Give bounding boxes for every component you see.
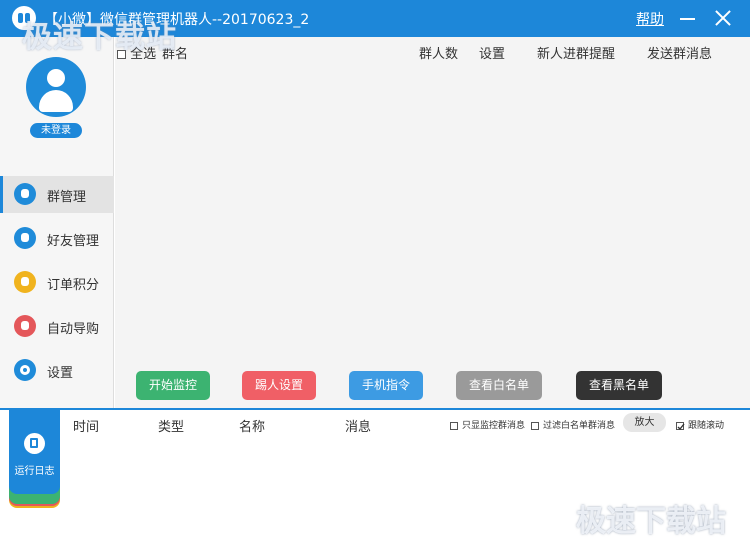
column-send-group-message: 发送群消息 <box>647 47 713 62</box>
follow-scroll-label: 跟随滚动 <box>688 421 725 431</box>
column-newcomer-reminder: 新人进群提醒 <box>537 47 616 62</box>
filter-whitelist-option[interactable]: 过滤白名单群消息 <box>531 418 615 431</box>
cart-icon <box>14 315 36 337</box>
column-settings: 设置 <box>479 47 506 62</box>
sidebar-item-label: 订单积分 <box>47 278 100 293</box>
sidebar-item-group-management[interactable]: 群管理 <box>0 176 114 213</box>
sidebar: 未登录 群管理 好友管理 订单积分 自动导购 设置 <box>0 37 114 409</box>
only-monitor-label: 只显监控群消息 <box>462 421 526 431</box>
start-monitor-button[interactable]: 开始监控 <box>136 371 210 400</box>
order-icon <box>14 271 36 293</box>
phone-command-button[interactable]: 手机指令 <box>349 371 423 400</box>
group-table-header: 全选 群名 群人数 设置 新人进群提醒 发送群消息 <box>115 43 750 63</box>
log-column-name: 名称 <box>239 420 266 435</box>
sidebar-item-settings[interactable]: 设置 <box>0 352 114 389</box>
watermark-top: 极速下载站 <box>22 20 177 55</box>
log-tab-stack: 运行日志 <box>9 410 60 508</box>
zoom-button[interactable]: 放大 <box>623 413 666 432</box>
filter-whitelist-checkbox[interactable] <box>531 421 539 430</box>
only-monitor-checkbox[interactable] <box>450 421 458 430</box>
friend-icon <box>14 227 36 249</box>
run-log-label: 运行日志 <box>14 466 55 477</box>
kick-settings-button[interactable]: 踢人设置 <box>242 371 316 400</box>
filter-whitelist-label: 过滤白名单群消息 <box>543 421 616 431</box>
column-member-count: 群人数 <box>419 47 459 62</box>
sidebar-item-auto-shopping[interactable]: 自动导购 <box>0 308 114 345</box>
log-column-message: 消息 <box>345 420 372 435</box>
log-column-type: 类型 <box>158 420 185 435</box>
only-monitor-option[interactable]: 只显监控群消息 <box>450 418 525 431</box>
sidebar-item-label: 群管理 <box>47 190 87 205</box>
view-whitelist-button[interactable]: 查看白名单 <box>456 371 542 400</box>
user-avatar-icon[interactable] <box>26 57 86 117</box>
sidebar-item-label: 好友管理 <box>47 234 100 249</box>
group-list-panel: 全选 群名 群人数 设置 新人进群提醒 发送群消息 开始监控 踢人设置 手机指令… <box>115 37 750 409</box>
sidebar-item-friend-management[interactable]: 好友管理 <box>0 220 114 257</box>
login-status-badge[interactable]: 未登录 <box>30 123 82 138</box>
document-icon <box>24 433 45 454</box>
watermark-bottom: 极速下载站 <box>576 504 726 539</box>
follow-scroll-checkbox[interactable] <box>676 421 685 430</box>
sidebar-item-order-points[interactable]: 订单积分 <box>0 264 114 301</box>
follow-scroll-option[interactable]: 跟随滚动 <box>676 418 724 431</box>
view-blacklist-button[interactable]: 查看黑名单 <box>576 371 662 400</box>
sidebar-item-label: 设置 <box>47 366 74 381</box>
sidebar-item-label: 自动导购 <box>47 322 100 337</box>
help-link[interactable]: 帮助 <box>636 9 664 29</box>
group-icon <box>14 183 36 205</box>
close-button[interactable] <box>712 7 734 29</box>
minimize-button[interactable] <box>678 8 698 28</box>
run-log-tab[interactable]: 运行日志 <box>9 410 60 494</box>
gear-icon <box>14 359 36 381</box>
log-column-time: 时间 <box>73 420 100 435</box>
